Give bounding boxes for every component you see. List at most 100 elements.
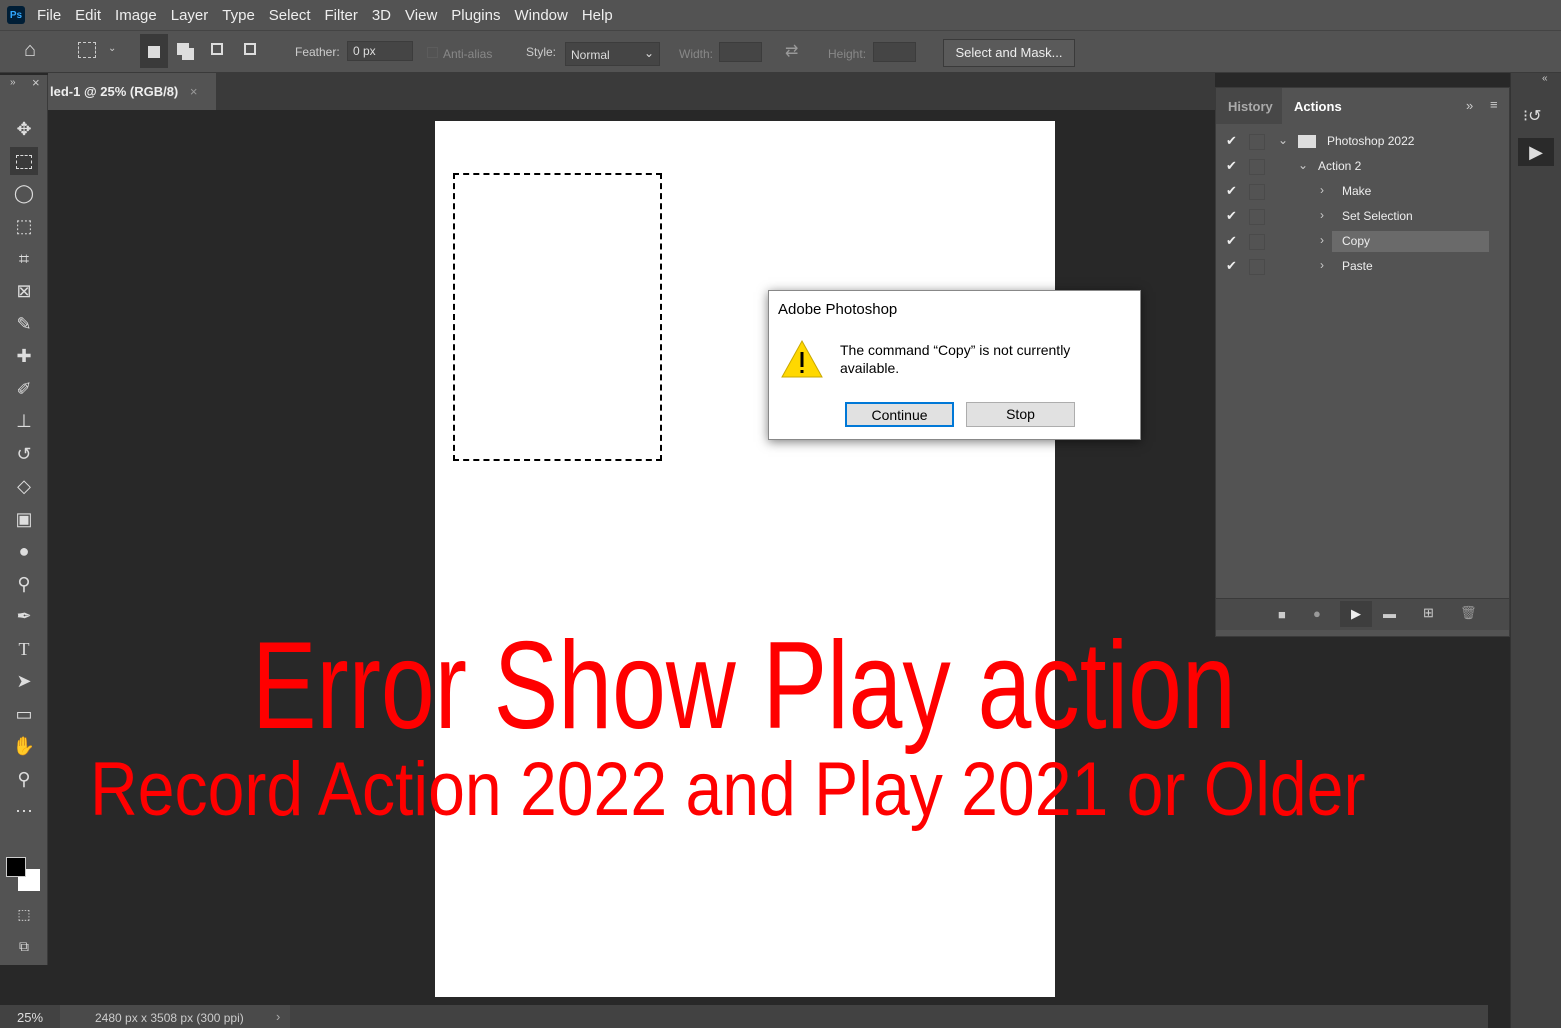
menu-image[interactable]: Image: [115, 7, 157, 24]
healing-brush-tool-icon[interactable]: ✚: [10, 342, 38, 370]
menu-window[interactable]: Window: [514, 7, 567, 24]
zoom-level[interactable]: 25%: [17, 1010, 43, 1025]
zoom-tool-icon[interactable]: ⚲: [10, 765, 38, 793]
collapse-dock-icon[interactable]: «: [1542, 73, 1548, 84]
hand-tool-icon[interactable]: ✋: [10, 732, 38, 760]
dialog-toggle[interactable]: [1249, 259, 1265, 275]
menu-filter[interactable]: Filter: [325, 7, 358, 24]
subtract-selection-icon[interactable]: [211, 43, 223, 55]
check-icon[interactable]: ✔: [1226, 233, 1237, 249]
action-set-row[interactable]: ✔ ⌄ Photoshop 2022: [1216, 129, 1491, 154]
close-tab-icon[interactable]: ×: [190, 84, 198, 99]
chevron-right-icon[interactable]: ›: [1320, 258, 1324, 272]
play-panel-icon[interactable]: ▶: [1518, 138, 1554, 166]
chevron-down-icon[interactable]: ⌄: [1298, 158, 1308, 172]
menu-select[interactable]: Select: [269, 7, 311, 24]
brush-tool-icon[interactable]: ✐: [10, 375, 38, 403]
dialog-toggle[interactable]: [1249, 134, 1265, 150]
stop-icon[interactable]: ■: [1278, 607, 1286, 622]
check-icon[interactable]: ✔: [1226, 258, 1237, 274]
chevron-down-icon[interactable]: ⌄: [1278, 133, 1288, 147]
menu-3d[interactable]: 3D: [372, 7, 391, 24]
continue-button[interactable]: Continue: [845, 402, 954, 427]
style-label: Style:: [526, 45, 557, 59]
command-row[interactable]: ✔ › Paste: [1216, 254, 1491, 279]
pen-tool-icon[interactable]: ✒: [10, 602, 38, 630]
chevron-right-icon[interactable]: ›: [276, 1009, 280, 1024]
rectangle-tool-icon[interactable]: ▭: [10, 700, 38, 728]
style-value: Normal: [571, 48, 610, 62]
check-icon[interactable]: ✔: [1226, 183, 1237, 199]
foreground-color-swatch[interactable]: [6, 857, 26, 877]
menu-layer[interactable]: Layer: [171, 7, 209, 24]
check-icon[interactable]: ✔: [1226, 133, 1237, 149]
eyedropper-tool-icon[interactable]: ✎: [10, 310, 38, 338]
move-tool-icon[interactable]: ✥: [10, 115, 38, 143]
menu-plugins[interactable]: Plugins: [451, 7, 500, 24]
dialog-toggle[interactable]: [1249, 209, 1265, 225]
eraser-tool-icon[interactable]: ◇: [10, 472, 38, 500]
more-tools-icon[interactable]: ⋯: [10, 797, 38, 825]
dialog-toggle[interactable]: [1249, 184, 1265, 200]
collapse-panel-icon[interactable]: »: [1466, 98, 1473, 113]
document-tab[interactable]: led-1 @ 25% (RGB/8) ×: [48, 73, 216, 110]
menu-help[interactable]: Help: [582, 7, 613, 24]
tab-actions[interactable]: Actions: [1283, 88, 1350, 124]
intersect-selection-icon[interactable]: [244, 43, 256, 55]
play-icon[interactable]: ▶: [1340, 601, 1372, 627]
marquee-tool-icon[interactable]: [10, 147, 38, 175]
record-icon[interactable]: ●: [1313, 606, 1321, 621]
action-row[interactable]: ✔ ⌄ Action 2: [1216, 154, 1491, 179]
stop-button[interactable]: Stop: [966, 402, 1075, 427]
menu-edit[interactable]: Edit: [75, 7, 101, 24]
menu-type[interactable]: Type: [222, 7, 255, 24]
path-selection-tool-icon[interactable]: ➤: [10, 667, 38, 695]
new-selection-button[interactable]: [140, 34, 168, 68]
rect-marquee-preset-icon[interactable]: [78, 42, 96, 58]
screen-mode-icon[interactable]: ⧉: [10, 932, 38, 960]
crop-tool-icon[interactable]: ⌗: [10, 245, 38, 273]
height-input[interactable]: [873, 42, 916, 62]
menu-view[interactable]: View: [405, 7, 437, 24]
panel-menu-icon[interactable]: ≡: [1490, 97, 1498, 112]
folder-icon: [1298, 135, 1316, 148]
chevron-right-icon[interactable]: ›: [1320, 183, 1324, 197]
home-icon[interactable]: ⌂: [24, 39, 36, 62]
command-row[interactable]: ✔ › Make: [1216, 179, 1491, 204]
stamp-tool-icon[interactable]: ⊥: [10, 407, 38, 435]
chevron-right-icon[interactable]: ›: [1320, 233, 1324, 247]
feather-input[interactable]: 0 px: [347, 41, 413, 61]
add-to-selection-icon[interactable]: [177, 43, 189, 55]
trash-icon[interactable]: 🗑: [1460, 605, 1477, 621]
document-tab-bar: [48, 73, 1215, 110]
history-brush-tool-icon[interactable]: ↺: [10, 440, 38, 468]
anti-alias-checkbox[interactable]: [427, 47, 438, 58]
frame-tool-icon[interactable]: ⊠: [10, 277, 38, 305]
chevron-right-icon[interactable]: ›: [1320, 208, 1324, 222]
swap-icon[interactable]: ⇄: [785, 41, 798, 61]
expand-icon[interactable]: »: [10, 77, 16, 88]
chevron-down-icon[interactable]: ⌄: [108, 43, 116, 54]
check-icon[interactable]: ✔: [1226, 208, 1237, 224]
tab-history[interactable]: History: [1216, 88, 1282, 124]
dodge-tool-icon[interactable]: ⚲: [10, 570, 38, 598]
command-row-selected[interactable]: ✔ › Copy: [1216, 229, 1491, 254]
close-icon[interactable]: ×: [32, 75, 40, 90]
command-row[interactable]: ✔ › Set Selection: [1216, 204, 1491, 229]
dialog-toggle[interactable]: [1249, 159, 1265, 175]
width-input[interactable]: [719, 42, 762, 62]
dialog-toggle[interactable]: [1249, 234, 1265, 250]
actions-panel-icon[interactable]: ⁝↺: [1523, 106, 1542, 126]
select-and-mask-button[interactable]: Select and Mask...: [943, 39, 1075, 67]
new-set-folder-icon[interactable]: ▬: [1383, 606, 1396, 621]
check-icon[interactable]: ✔: [1226, 158, 1237, 174]
new-action-icon[interactable]: ⊞: [1423, 605, 1434, 621]
blur-tool-icon[interactable]: ●: [10, 537, 38, 565]
style-select[interactable]: Normal ⌄: [565, 42, 660, 66]
quick-mask-icon[interactable]: ⬚: [10, 900, 38, 928]
type-tool-icon[interactable]: T: [10, 635, 38, 663]
menu-file[interactable]: File: [37, 7, 61, 24]
gradient-tool-icon[interactable]: ▣: [10, 505, 38, 533]
lasso-tool-icon[interactable]: ◯: [10, 179, 38, 207]
object-selection-tool-icon[interactable]: ⬚: [10, 212, 38, 240]
